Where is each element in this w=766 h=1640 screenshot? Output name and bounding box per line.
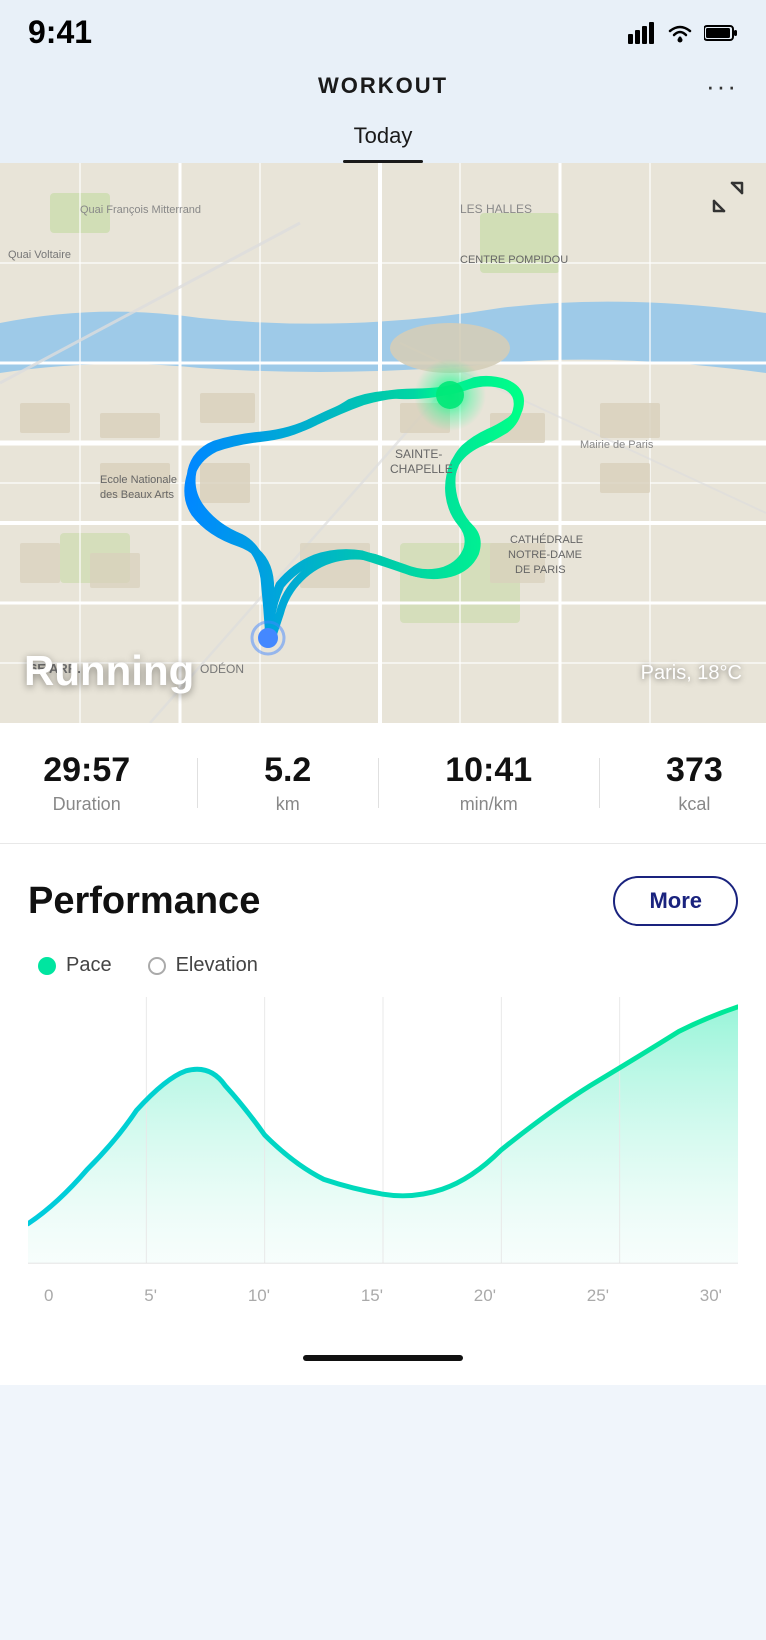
map-svg: Quai François Mitterrand LES HALLES CENT… xyxy=(0,163,766,723)
svg-text:Quai François Mitterrand: Quai François Mitterrand xyxy=(80,204,201,216)
status-time: 9:41 xyxy=(28,14,92,51)
chart-label-1: 5' xyxy=(144,1286,157,1306)
stat-duration-label: Duration xyxy=(53,794,121,815)
performance-chart: 0 5' 10' 15' 20' 25' 30' xyxy=(28,995,738,1315)
svg-text:CENTRE POMPIDOU: CENTRE POMPIDOU xyxy=(460,254,568,266)
chart-x-labels: 0 5' 10' 15' 20' 25' 30' xyxy=(28,1280,738,1306)
header: WORKOUT ··· xyxy=(0,59,766,109)
svg-text:CATHÉDRALE: CATHÉDRALE xyxy=(510,533,583,546)
performance-section: Performance More Pace Elevation xyxy=(0,844,766,1339)
location-label: Paris, 18°C xyxy=(641,662,742,685)
more-menu-button[interactable]: ··· xyxy=(706,71,738,102)
chart-label-4: 20' xyxy=(474,1286,496,1306)
legend-elevation: Elevation xyxy=(148,954,258,977)
svg-text:NOTRE-DAME: NOTRE-DAME xyxy=(508,549,582,561)
legend-elevation-label: Elevation xyxy=(176,954,258,977)
svg-text:Ecole Nationale: Ecole Nationale xyxy=(100,474,177,486)
chart-legend: Pace Elevation xyxy=(28,954,738,977)
stat-divider-1 xyxy=(197,758,198,808)
status-icons xyxy=(628,22,738,44)
startpoint-dot xyxy=(258,628,278,648)
legend-pace-dot xyxy=(38,957,56,975)
endpoint-dot xyxy=(436,381,464,409)
stat-kcal-value: 373 xyxy=(666,751,723,790)
stat-divider-2 xyxy=(378,758,379,808)
home-indicator xyxy=(303,1355,463,1361)
legend-elevation-circle xyxy=(148,957,166,975)
chart-label-5: 25' xyxy=(587,1286,609,1306)
chart-label-3: 15' xyxy=(361,1286,383,1306)
svg-text:CHAPELLE: CHAPELLE xyxy=(390,462,453,476)
stat-kcal-label: kcal xyxy=(678,794,710,815)
svg-text:Mairie de Paris: Mairie de Paris xyxy=(580,439,654,451)
stat-duration-value: 29:57 xyxy=(43,751,130,790)
stat-pace-label: min/km xyxy=(460,794,518,815)
tab-bar: Today xyxy=(0,109,766,163)
stat-kcal: 373 kcal xyxy=(666,751,723,815)
chart-label-2: 10' xyxy=(248,1286,270,1306)
stat-divider-3 xyxy=(599,758,600,808)
battery-icon xyxy=(704,24,738,42)
svg-text:des Beaux Arts: des Beaux Arts xyxy=(100,489,174,501)
map-expand-button[interactable] xyxy=(710,179,746,221)
activity-type-label: Running xyxy=(24,647,194,695)
stat-distance-value: 5.2 xyxy=(264,751,311,790)
svg-text:DE PARIS: DE PARIS xyxy=(515,564,566,576)
map-container: Quai François Mitterrand LES HALLES CENT… xyxy=(0,163,766,723)
expand-icon xyxy=(710,179,746,215)
legend-pace: Pace xyxy=(38,954,112,977)
chart-svg xyxy=(28,995,738,1275)
stats-bar: 29:57 Duration 5.2 km 10:41 min/km 373 k… xyxy=(0,723,766,844)
chart-label-0: 0 xyxy=(44,1286,53,1306)
legend-pace-label: Pace xyxy=(66,954,112,977)
chart-label-6: 30' xyxy=(700,1286,722,1306)
stat-duration: 29:57 Duration xyxy=(43,751,130,815)
svg-text:LES HALLES: LES HALLES xyxy=(460,202,532,216)
stat-distance: 5.2 km xyxy=(264,751,311,815)
home-indicator-bar xyxy=(0,1339,766,1385)
tab-today[interactable]: Today xyxy=(326,115,441,163)
svg-text:ODÉON: ODÉON xyxy=(200,661,244,676)
status-bar: 9:41 xyxy=(0,0,766,59)
performance-title: Performance xyxy=(28,880,260,923)
more-button[interactable]: More xyxy=(613,876,738,926)
stat-pace-value: 10:41 xyxy=(445,751,532,790)
svg-text:SAINTE-: SAINTE- xyxy=(395,447,442,461)
wifi-icon xyxy=(666,22,694,44)
svg-text:Quai Voltaire: Quai Voltaire xyxy=(8,249,71,261)
performance-header: Performance More xyxy=(28,876,738,926)
stat-distance-label: km xyxy=(276,794,300,815)
stat-pace: 10:41 min/km xyxy=(445,751,532,815)
header-title: WORKOUT xyxy=(318,73,448,99)
signal-icon xyxy=(628,22,656,44)
